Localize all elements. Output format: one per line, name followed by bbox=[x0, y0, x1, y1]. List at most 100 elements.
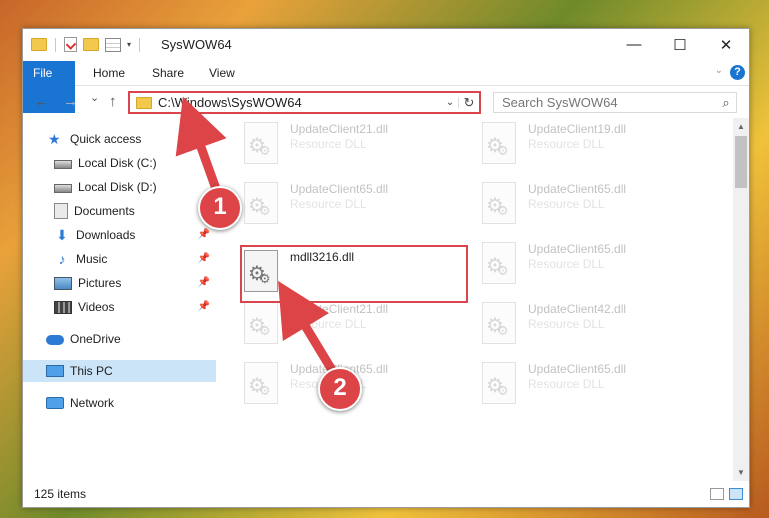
dll-file-icon bbox=[244, 302, 278, 344]
highlight-box-file bbox=[240, 245, 468, 303]
tab-view[interactable]: View bbox=[197, 61, 247, 85]
address-bar[interactable]: C:\Windows\SysWOW64 ⌄ ↻ bbox=[128, 91, 481, 114]
customize-qat-chevron-icon[interactable]: ▾ bbox=[127, 40, 131, 49]
sidebar-item-label: Music bbox=[76, 252, 108, 266]
vertical-scrollbar[interactable]: ▲ ▼ bbox=[733, 118, 749, 481]
dll-file-icon bbox=[482, 362, 516, 404]
help-icon[interactable]: ? bbox=[730, 65, 745, 80]
large-icons-view-icon[interactable] bbox=[729, 488, 743, 500]
tab-share[interactable]: Share bbox=[140, 61, 196, 85]
sidebar-item-label: Network bbox=[70, 396, 115, 410]
dll-file-icon bbox=[244, 122, 278, 164]
sidebar-item-label: Videos bbox=[78, 300, 115, 314]
refresh-button[interactable]: ↻ bbox=[459, 95, 479, 111]
navigation-pane: ★ Quick access Local Disk (C:) Local Dis… bbox=[23, 118, 216, 481]
quick-access-toolbar: ▾ bbox=[31, 37, 142, 52]
sidebar-item-this-pc[interactable]: This PC bbox=[23, 360, 216, 382]
step-2-callout: 2 bbox=[318, 367, 362, 411]
ribbon-tabs: File Home Share View ⌄ ? bbox=[23, 61, 749, 113]
title-bar: ▾ SysWOW64 — ☐ ✕ bbox=[23, 29, 749, 61]
sidebar-item-documents[interactable]: Documents bbox=[23, 200, 216, 222]
properties-icon[interactable] bbox=[105, 37, 121, 52]
sidebar-item-label: Local Disk (D:) bbox=[78, 180, 157, 194]
file-type: Resource DLL bbox=[528, 317, 605, 331]
step-1-callout: 1 bbox=[198, 186, 242, 230]
computer-icon bbox=[46, 365, 64, 377]
file-item[interactable]: UpdateClient42.dllResource DLL bbox=[482, 302, 712, 354]
sidebar-item-local-disk-d[interactable]: Local Disk (D:) bbox=[23, 176, 216, 198]
file-name: UpdateClient21.dll bbox=[290, 302, 389, 316]
dll-file-icon bbox=[244, 182, 278, 224]
new-folder-icon[interactable] bbox=[83, 38, 99, 51]
drive-icon bbox=[54, 160, 72, 169]
sidebar-item-label: Local Disk (C:) bbox=[78, 156, 157, 170]
view-toggle bbox=[710, 488, 743, 500]
search-input[interactable] bbox=[494, 94, 716, 111]
dll-file-icon bbox=[482, 242, 516, 284]
file-item[interactable]: UpdateClient21.dllResource DLL bbox=[244, 302, 474, 354]
sidebar-item-label: Documents bbox=[74, 204, 135, 218]
close-button[interactable]: ✕ bbox=[703, 29, 749, 60]
scrollbar-thumb[interactable] bbox=[735, 136, 747, 188]
file-type: Resource DLL bbox=[290, 317, 367, 331]
pin-icon[interactable]: 📌 bbox=[198, 301, 210, 312]
sidebar-item-music[interactable]: ♪ Music 📌 bbox=[23, 248, 216, 270]
scroll-up-arrow-icon[interactable]: ▲ bbox=[733, 122, 749, 131]
recent-locations-button[interactable]: ⌄ bbox=[90, 91, 99, 104]
properties-check-icon[interactable] bbox=[64, 37, 77, 52]
sidebar-item-label: Pictures bbox=[78, 276, 122, 290]
file-name: UpdateClient65.dll bbox=[528, 242, 627, 256]
up-button[interactable]: ↑ bbox=[109, 93, 117, 110]
back-button[interactable]: ← bbox=[34, 93, 49, 110]
file-item[interactable]: UpdateClient19.dllResource DLL bbox=[482, 122, 712, 174]
file-item[interactable]: UpdateClient65.dllResource DLL bbox=[482, 242, 712, 294]
file-type: Resource DLL bbox=[528, 377, 605, 391]
status-bar: 125 items bbox=[23, 481, 749, 507]
expand-ribbon-icon[interactable]: ⌄ bbox=[715, 65, 723, 76]
file-name: UpdateClient65.dll bbox=[528, 362, 627, 376]
file-item[interactable]: UpdateClient65.dllResource DLL bbox=[482, 362, 712, 414]
file-name: UpdateClient65.dll bbox=[528, 182, 627, 196]
folder-icon bbox=[136, 96, 152, 109]
forward-button[interactable]: → bbox=[63, 93, 78, 110]
file-type: Resource DLL bbox=[290, 137, 367, 151]
address-dropdown-button[interactable]: ⌄ bbox=[442, 97, 459, 108]
file-name: UpdateClient42.dll bbox=[528, 302, 627, 316]
pin-icon[interactable]: 📌 bbox=[198, 277, 210, 288]
sidebar-item-network[interactable]: Network bbox=[23, 392, 216, 414]
pin-icon[interactable]: 📌 bbox=[198, 253, 210, 264]
sidebar-item-pictures[interactable]: Pictures 📌 bbox=[23, 272, 216, 294]
sidebar-item-label: This PC bbox=[70, 364, 113, 378]
sidebar-item-quick-access[interactable]: ★ Quick access bbox=[23, 128, 216, 150]
dll-file-icon bbox=[482, 302, 516, 344]
download-icon: ⬇ bbox=[56, 227, 68, 243]
file-type: Resource DLL bbox=[528, 257, 605, 271]
sidebar-item-label: Quick access bbox=[70, 132, 142, 146]
music-icon: ♪ bbox=[58, 251, 66, 267]
sidebar-item-label: OneDrive bbox=[70, 332, 121, 346]
sidebar-item-onedrive[interactable]: OneDrive bbox=[23, 328, 216, 350]
sidebar-item-label: Downloads bbox=[76, 228, 136, 242]
file-name: UpdateClient19.dll bbox=[528, 122, 627, 136]
address-path[interactable]: C:\Windows\SysWOW64 bbox=[158, 95, 442, 110]
file-item[interactable]: UpdateClient65.dllResource DLL bbox=[244, 182, 474, 234]
minimize-button[interactable]: — bbox=[611, 29, 657, 60]
sidebar-item-local-disk-c[interactable]: Local Disk (C:) bbox=[23, 152, 216, 174]
pin-icon[interactable]: 📌 bbox=[198, 229, 210, 240]
video-icon bbox=[54, 300, 72, 314]
sidebar-item-videos[interactable]: Videos 📌 bbox=[23, 296, 216, 318]
file-name: UpdateClient21.dll bbox=[290, 122, 389, 136]
file-type: Resource DLL bbox=[290, 197, 367, 211]
maximize-button[interactable]: ☐ bbox=[657, 29, 703, 60]
sidebar-item-downloads[interactable]: ⬇ Downloads 📌 bbox=[23, 224, 216, 246]
folder-icon bbox=[31, 38, 47, 51]
scroll-down-arrow-icon[interactable]: ▼ bbox=[733, 468, 749, 477]
file-item[interactable]: UpdateClient21.dllResource DLL bbox=[244, 122, 474, 174]
dll-file-icon bbox=[244, 362, 278, 404]
details-view-icon[interactable] bbox=[710, 488, 724, 500]
file-item[interactable]: UpdateClient65.dllResource DLL bbox=[482, 182, 712, 234]
cloud-icon bbox=[46, 335, 64, 345]
search-icon[interactable]: ⌕ bbox=[716, 95, 736, 111]
search-box[interactable]: ⌕ bbox=[493, 92, 737, 113]
tab-home[interactable]: Home bbox=[81, 61, 137, 85]
